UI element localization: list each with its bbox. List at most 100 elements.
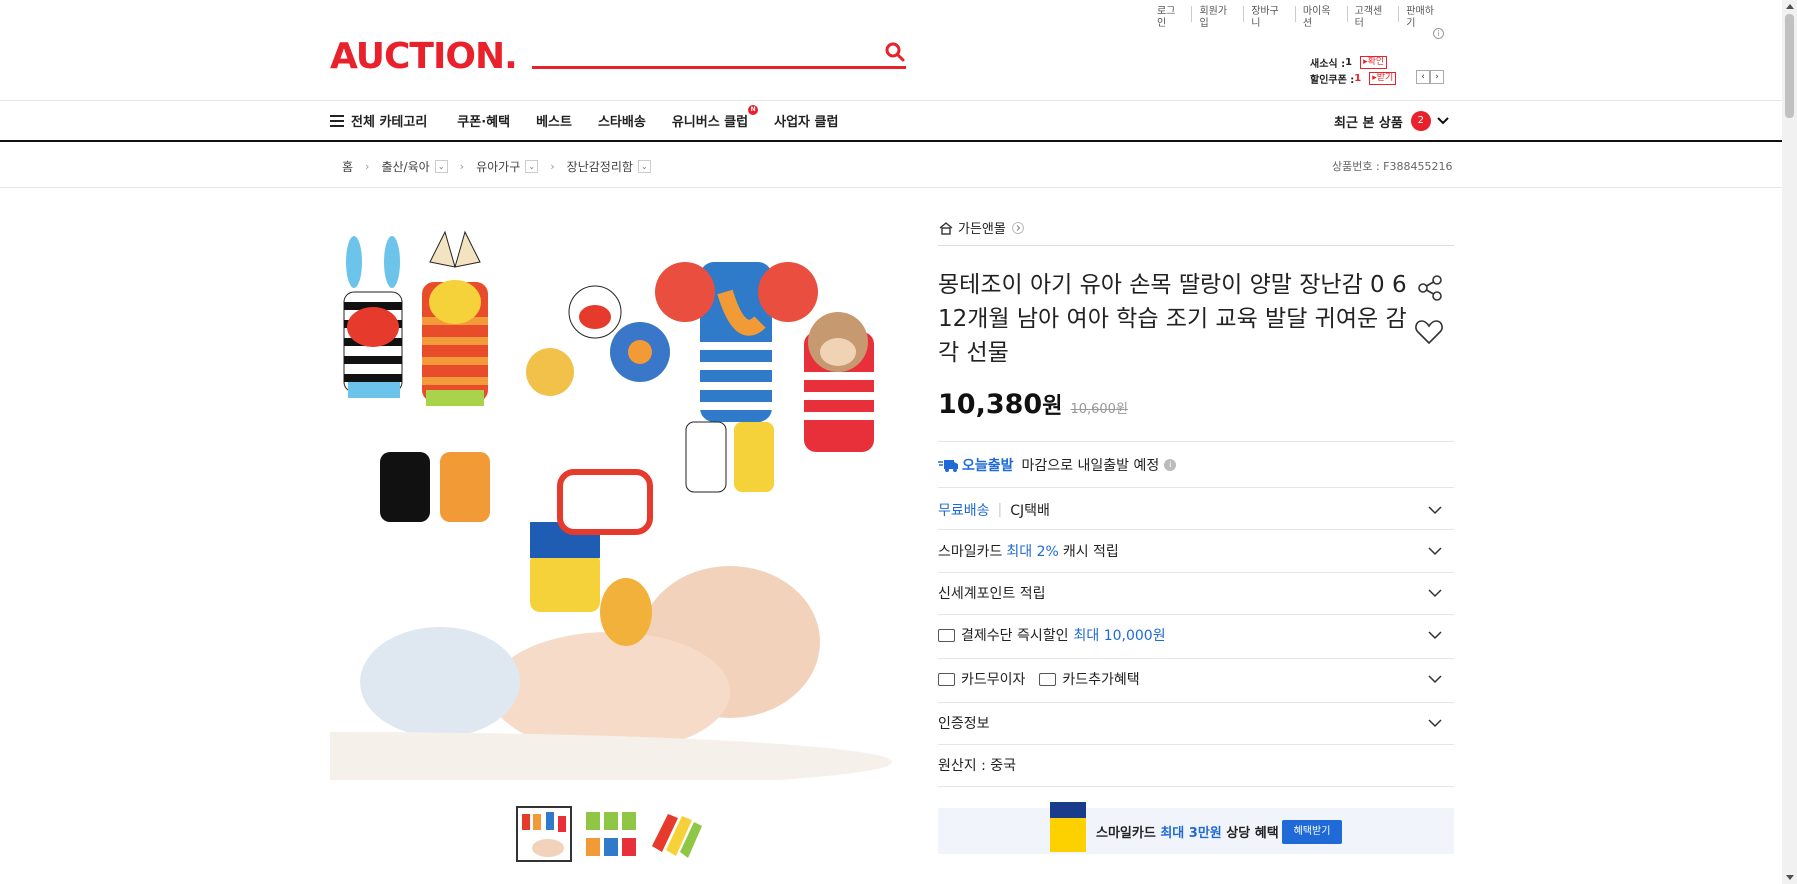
- product-main-image[interactable]: [330, 222, 892, 780]
- scroll-down-arrow[interactable]: [1786, 875, 1794, 880]
- price: 10,380 원 10,600원: [938, 388, 1128, 420]
- all-categories-button[interactable]: 전체 카테고리: [330, 111, 427, 130]
- thumbnail-1[interactable]: [516, 806, 572, 862]
- origin-row: 원산지 : 중국: [938, 755, 1454, 775]
- origin-label: 원산지 : 중국: [938, 758, 1017, 774]
- info-icon[interactable]: i: [1433, 28, 1444, 39]
- shinsegae-row[interactable]: 신세계포인트 적립: [938, 583, 1454, 603]
- divider: [938, 529, 1454, 530]
- breadcrumb-home[interactable]: 홈: [342, 158, 353, 175]
- prev-button[interactable]: ‹: [1416, 70, 1430, 84]
- banner-post: 상당 혜택: [1226, 826, 1279, 841]
- chevron-down-icon: [1428, 631, 1442, 640]
- thumbnail-3[interactable]: [648, 806, 704, 862]
- chevron-down-icon: [1428, 547, 1442, 556]
- recent-products-button[interactable]: 최근 본 상품 2: [1334, 111, 1449, 131]
- all-categories-label: 전체 카테고리: [351, 115, 428, 130]
- chevron-down-icon: [1428, 719, 1442, 728]
- heart-icon[interactable]: [1414, 318, 1444, 346]
- info-icon[interactable]: i: [1164, 459, 1177, 471]
- my-auction-link[interactable]: 마이옥션: [1294, 6, 1347, 29]
- mini-pager: ‹ ›: [1416, 70, 1444, 84]
- payment-highlight: 최대 10,000원: [1073, 628, 1166, 644]
- card-interest-label: 카드무이자: [961, 672, 1026, 688]
- smilecard-banner[interactable]: 스마일카드 최대 3만원 상당 혜택 혜택받기: [938, 802, 1454, 854]
- news-check-button[interactable]: ▸확인: [1360, 55, 1388, 69]
- coupon-get-button[interactable]: ▸받기: [1369, 71, 1397, 85]
- search-icon[interactable]: [884, 41, 906, 63]
- cert-label: 인증정보: [938, 716, 990, 732]
- breadcrumb-item-3[interactable]: 장난감정리함: [567, 158, 633, 175]
- chevron-down-icon: [1437, 117, 1449, 125]
- new-badge: N: [748, 105, 759, 115]
- customer-center-link[interactable]: 고객센터: [1346, 6, 1399, 29]
- store-name: 가든앤몰: [958, 222, 1006, 237]
- sale-price: 10,380: [938, 389, 1043, 420]
- home-icon: [939, 221, 953, 235]
- banner-pre: 스마일카드: [1096, 826, 1156, 841]
- chevron-down-icon[interactable]: ⌄: [637, 160, 651, 173]
- main-nav: 전체 카테고리 쿠폰·혜택 베스트 스타배송 유니버스 클럽 N 사업자 클럽 …: [0, 100, 1797, 142]
- banner-text: 스마일카드 최대 3만원 상당 혜택: [1096, 822, 1279, 841]
- chevron-down-icon: [1428, 589, 1442, 598]
- mini-stats: 새소식 : 1 ▸확인 할인쿠폰 : 1 ▸받기: [1310, 54, 1410, 86]
- nav-universe-club[interactable]: 유니버스 클럽 N: [671, 105, 759, 130]
- scroll-thumb[interactable]: [1785, 14, 1794, 118]
- chevron-right-icon: [1011, 221, 1024, 234]
- signup-link[interactable]: 회원가입: [1191, 6, 1243, 29]
- hamburger-icon: [330, 114, 344, 127]
- cart-link[interactable]: 장바구니: [1243, 6, 1295, 29]
- nav-business-club[interactable]: 사업자 클럽: [774, 111, 838, 130]
- original-price: 10,600원: [1070, 402, 1128, 417]
- next-button[interactable]: ›: [1430, 70, 1444, 84]
- smilecard-post: 캐시 적립: [1062, 544, 1119, 560]
- auction-logo[interactable]: AUCTION.: [330, 36, 518, 77]
- breadcrumb: 홈 › 출산/육아 ⌄ › 유아가구 ⌄ › 장난감정리함 ⌄ 상품번호 : F…: [0, 144, 1797, 188]
- payment-discount-row[interactable]: 결제수단 즉시할인 최대 10,000원: [938, 625, 1454, 645]
- nav-coupons[interactable]: 쿠폰·혜택: [457, 111, 510, 130]
- chevron-right-icon: ›: [550, 160, 555, 173]
- today-label: 오늘출발: [962, 458, 1014, 474]
- thumbnail-2[interactable]: [582, 806, 638, 862]
- news-row: 새소식 : 1 ▸확인: [1310, 54, 1410, 70]
- recent-count-badge: 2: [1410, 111, 1431, 131]
- courier-label: CJ택배: [1010, 503, 1050, 519]
- shipping-row[interactable]: 무료배송 | CJ택배: [938, 500, 1454, 520]
- breadcrumb-item-2[interactable]: 유아가구: [476, 158, 520, 175]
- scrollbar[interactable]: [1782, 0, 1797, 884]
- coupon-count: 1: [1354, 72, 1362, 84]
- divider: [938, 487, 1454, 488]
- chevron-down-icon[interactable]: ⌄: [525, 160, 539, 173]
- divider: [938, 744, 1454, 745]
- divider: [938, 614, 1454, 615]
- scroll-up-arrow[interactable]: [1786, 4, 1794, 9]
- card-benefit-row[interactable]: 카드무이자 카드추가혜택: [938, 669, 1454, 689]
- product-title: 몽테조이 아기 유아 손목 딸랑이 양말 장난감 0 6 12개월 남아 여아 …: [938, 272, 1407, 366]
- login-link[interactable]: 로그인: [1150, 6, 1192, 29]
- search-input[interactable]: [532, 66, 906, 69]
- chevron-down-icon: [1428, 506, 1442, 515]
- store-link[interactable]: 가든앤몰: [938, 218, 1024, 237]
- today-shipping-row: 오늘출발 마감으로 내일출발 예정 i: [938, 455, 1454, 475]
- smilecard-row[interactable]: 스마일카드 최대 2% 캐시 적립: [938, 541, 1454, 561]
- price-unit: 원: [1042, 394, 1063, 419]
- card-benefit-label: 카드추가혜택: [1062, 672, 1140, 688]
- product-number: 상품번호 : F388455216: [1332, 160, 1453, 173]
- cert-row[interactable]: 인증정보: [938, 713, 1454, 733]
- divider: [938, 441, 1454, 442]
- utility-links: 로그인 회원가입 장바구니 마이옥션 고객센터 판매하기: [1150, 6, 1450, 29]
- nav-universe-club-label: 유니버스 클럽: [671, 115, 749, 130]
- breadcrumb-item-1[interactable]: 출산/육아: [381, 158, 429, 175]
- news-count: 1: [1345, 56, 1353, 68]
- chevron-right-icon: ›: [365, 160, 370, 173]
- chevron-down-icon[interactable]: ⌄: [434, 160, 448, 173]
- chevron-down-icon: [1428, 675, 1442, 684]
- smilecard-pre: 스마일카드: [938, 544, 1003, 560]
- nav-best[interactable]: 베스트: [536, 111, 572, 130]
- get-benefit-button[interactable]: 혜택받기: [1282, 820, 1342, 844]
- sell-link[interactable]: 판매하기: [1398, 6, 1450, 29]
- truck-icon: [938, 460, 958, 472]
- divider: [938, 572, 1454, 573]
- share-icon[interactable]: [1416, 274, 1444, 302]
- nav-star-delivery[interactable]: 스타배송: [598, 111, 646, 130]
